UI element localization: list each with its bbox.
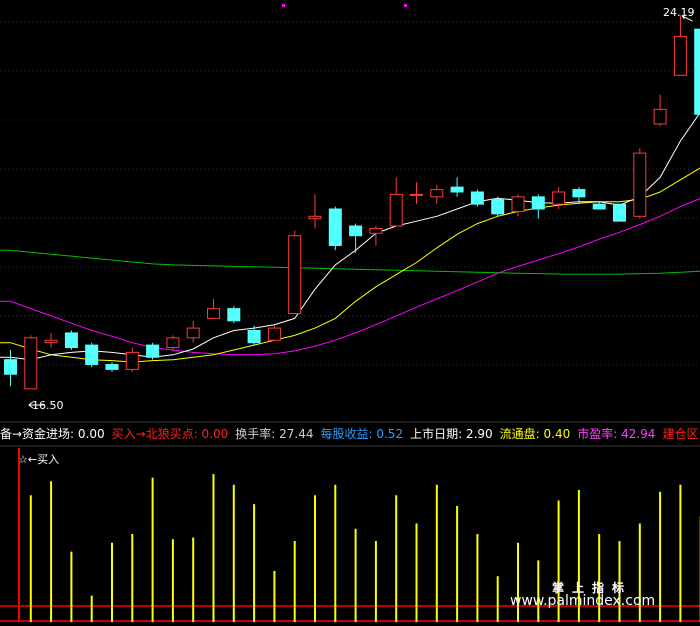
- candle: [4, 349, 17, 387]
- signal-dot: [282, 4, 285, 7]
- price-grid: [0, 4, 700, 447]
- candle: [389, 177, 403, 227]
- candle-body-up: [552, 191, 566, 205]
- candle: [369, 226, 383, 246]
- candle-body-down: [4, 359, 17, 375]
- signal-dot: [404, 4, 407, 7]
- candle-body-up: [186, 327, 200, 339]
- candle-body-up: [410, 193, 423, 196]
- indicator-item: 市盈率: 42.94: [577, 426, 655, 441]
- candle-body-down: [491, 198, 505, 215]
- candle-body-down: [146, 344, 160, 358]
- candle-body-down: [694, 28, 700, 115]
- candle-body-down: [531, 196, 545, 210]
- candle: [633, 148, 647, 219]
- candle: [531, 194, 545, 219]
- candle: [450, 177, 464, 197]
- candle: [349, 223, 363, 253]
- buy-signal-label: ☆←买入: [18, 453, 59, 466]
- candle-body-down: [572, 189, 586, 198]
- indicator-item: 上市日期: 2.90: [410, 426, 493, 441]
- candle: [24, 335, 38, 390]
- chart-window: 24.19 16.50 备→资金进场: 0.00 买入→北狼买点: 0.00 换手率…: [0, 0, 700, 626]
- watermark-url: www.palmindex.com: [510, 593, 656, 609]
- candle: [186, 320, 200, 343]
- candle: [511, 194, 525, 217]
- indicator-item: 建仓区: 0.00: [662, 427, 700, 441]
- indicator-item: 买入→北狼买点: 0.00: [112, 426, 229, 441]
- indicator-item: 备→资金进场: 0.00: [0, 426, 105, 441]
- candle-body-up: [389, 193, 403, 227]
- candle-body-up: [308, 215, 322, 220]
- candle-body-down: [470, 191, 484, 205]
- candle: [308, 194, 322, 229]
- chart-canvas: 24.19 16.50 备→资金进场: 0.00 买入→北狼买点: 0.00 换手率…: [0, 4, 700, 622]
- candle: [44, 332, 58, 348]
- candle-body-down: [613, 203, 626, 222]
- candle-body-down: [247, 330, 261, 344]
- candle: [430, 184, 444, 205]
- candle: [166, 335, 180, 350]
- candle-body-up: [633, 152, 647, 217]
- indicator-item: 换手率: 27.44: [235, 426, 313, 441]
- candle-body-up: [653, 108, 667, 125]
- candle: [227, 306, 241, 324]
- candle-body-down: [328, 208, 342, 246]
- candle: [267, 325, 281, 341]
- candle: [694, 28, 700, 115]
- candle-body-up: [288, 235, 302, 314]
- candle-body-down: [227, 308, 241, 322]
- candle-body-up: [207, 308, 220, 319]
- ma20-line: [0, 198, 700, 356]
- candle: [470, 189, 484, 207]
- indicator-item: 流通盘: 0.40: [500, 426, 571, 441]
- candle-body-up: [166, 337, 180, 349]
- candle-body-down: [105, 364, 119, 370]
- candle: [105, 362, 119, 372]
- candle: [410, 182, 423, 205]
- candle: [288, 230, 302, 314]
- candle: [125, 347, 139, 372]
- candle-body-down: [592, 203, 606, 210]
- candle: [491, 196, 505, 217]
- candle-body-up: [369, 227, 383, 234]
- candle: [653, 94, 667, 127]
- candle-body-up: [267, 327, 281, 341]
- candle-body-up: [673, 35, 687, 76]
- candle: [673, 15, 687, 76]
- candle: [146, 342, 160, 360]
- candle-body-down: [450, 186, 464, 193]
- candle-body-down: [85, 344, 99, 366]
- candle: [85, 342, 99, 367]
- candle: [207, 298, 220, 319]
- candle-body-up: [125, 351, 139, 370]
- candle-body-down: [349, 225, 363, 237]
- candle-body-up: [430, 189, 444, 198]
- candle-body-down: [64, 332, 78, 349]
- ma10-line: [0, 167, 700, 363]
- candle: [64, 330, 78, 350]
- candle: [613, 203, 626, 222]
- candle-body-up: [24, 337, 38, 390]
- candle-body-up: [44, 339, 58, 344]
- candle-body-up: [511, 196, 525, 212]
- indicator-bar: 备→资金进场: 0.00 买入→北狼买点: 0.00 换手率: 27.44 每股收益:…: [0, 426, 700, 441]
- high-price-label: 24.19: [663, 6, 695, 19]
- candle: [328, 206, 342, 251]
- indicator-item: 每股收益: 0.52: [321, 426, 404, 441]
